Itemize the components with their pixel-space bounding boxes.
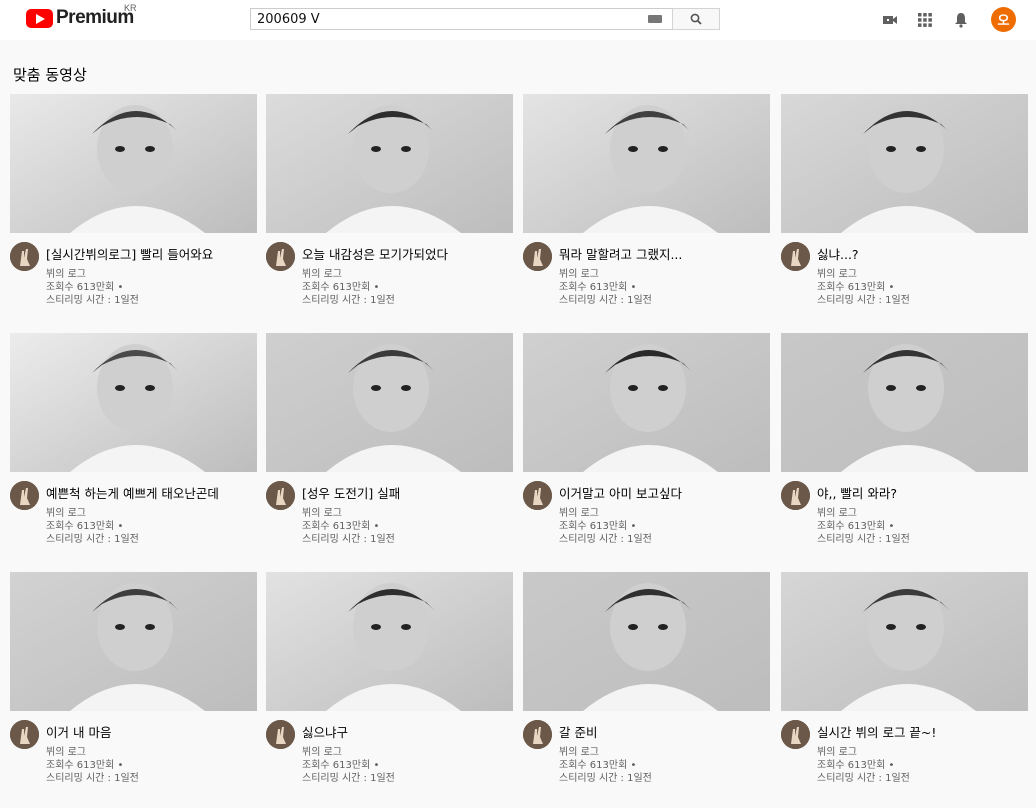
video-thumbnail[interactable] xyxy=(781,572,1028,711)
video-title[interactable]: 야,, 빨리 와라? xyxy=(817,483,1029,502)
channel-avatar[interactable] xyxy=(10,242,39,271)
video-card[interactable]: 갈 준비 뷔의 로그 조회수 613만회 • 스티리밍 시간 : 1일전 xyxy=(523,572,771,791)
notifications-bell-icon[interactable] xyxy=(951,10,971,30)
video-title[interactable]: 싫으냐구 xyxy=(302,722,514,741)
stream-time: 스티리밍 시간 : 1일전 xyxy=(817,773,910,784)
video-card[interactable]: 싫냐...? 뷔의 로그 조회수 613만회 • 스티리밍 시간 : 1일전 xyxy=(781,94,1029,313)
stream-time: 스티리밍 시간 : 1일전 xyxy=(302,773,395,784)
video-card[interactable]: 실시간 뷔의 로그 끝~! 뷔의 로그 조회수 613만회 • 스티리밍 시간 … xyxy=(781,572,1029,791)
stream-time: 스티리밍 시간 : 1일전 xyxy=(302,295,395,306)
video-title[interactable]: 실시간 뷔의 로그 끝~! xyxy=(817,722,1029,741)
channel-avatar[interactable] xyxy=(523,242,552,271)
channel-avatar[interactable] xyxy=(523,481,552,510)
channel-avatar[interactable] xyxy=(781,242,810,271)
stream-time: 스티리밍 시간 : 1일전 xyxy=(302,534,395,545)
video-thumbnail[interactable] xyxy=(523,94,770,233)
video-card[interactable]: 이거 내 마음 뷔의 로그 조회수 613만회 • 스티리밍 시간 : 1일전 xyxy=(10,572,258,791)
video-title[interactable]: [실시간뷔의로그] 빨리 들어와요 xyxy=(46,244,258,263)
video-title[interactable]: 이거 내 마음 xyxy=(46,722,258,741)
youtube-play-icon xyxy=(26,8,53,28)
video-card[interactable]: 뭐라 말할려고 그랬지... 뷔의 로그 조회수 613만회 • 스티리밍 시간… xyxy=(523,94,771,313)
video-thumbnail[interactable] xyxy=(523,572,770,711)
apps-grid-icon[interactable] xyxy=(915,10,935,30)
channel-avatar[interactable] xyxy=(781,481,810,510)
video-thumbnail[interactable] xyxy=(266,333,513,472)
region-label: KR xyxy=(124,3,137,13)
stream-time: 스티리밍 시간 : 1일전 xyxy=(817,534,910,545)
stream-time: 스티리밍 시간 : 1일전 xyxy=(559,295,652,306)
channel-avatar[interactable] xyxy=(10,481,39,510)
stream-time: 스티리밍 시간 : 1일전 xyxy=(46,534,139,545)
video-thumbnail[interactable] xyxy=(266,94,513,233)
video-thumbnail[interactable] xyxy=(523,333,770,472)
stream-time: 스티리밍 시간 : 1일전 xyxy=(46,295,139,306)
stream-time: 스티리밍 시간 : 1일전 xyxy=(559,534,652,545)
search-box xyxy=(250,8,672,30)
video-card[interactable]: 야,, 빨리 와라? 뷔의 로그 조회수 613만회 • 스티리밍 시간 : 1… xyxy=(781,333,1029,552)
channel-avatar[interactable] xyxy=(266,242,295,271)
video-thumbnail[interactable] xyxy=(10,572,257,711)
account-avatar[interactable]: 오 xyxy=(991,7,1016,32)
video-card[interactable]: 싫으냐구 뷔의 로그 조회수 613만회 • 스티리밍 시간 : 1일전 xyxy=(266,572,514,791)
brand-label: Premium xyxy=(56,7,134,28)
video-card[interactable]: 이거말고 아미 보고싶다 뷔의 로그 조회수 613만회 • 스티리밍 시간 :… xyxy=(523,333,771,552)
video-thumbnail[interactable] xyxy=(266,572,513,711)
video-title[interactable]: 갈 준비 xyxy=(559,722,771,741)
video-card[interactable]: [실시간뷔의로그] 빨리 들어와요 뷔의 로그 조회수 613만회 • 스티리밍… xyxy=(10,94,258,313)
youtube-premium-logo[interactable]: Premium xyxy=(26,7,134,29)
video-title[interactable]: 뭐라 말할려고 그랬지... xyxy=(559,244,771,263)
channel-avatar[interactable] xyxy=(523,720,552,749)
video-title[interactable]: [성우 도전기] 실패 xyxy=(302,483,514,502)
video-thumbnail[interactable] xyxy=(10,333,257,472)
create-video-icon[interactable] xyxy=(880,10,900,30)
search-button[interactable] xyxy=(672,8,720,30)
video-title[interactable]: 예쁜척 하는게 예쁘게 태오난곤데 xyxy=(46,483,258,502)
channel-avatar[interactable] xyxy=(10,720,39,749)
video-thumbnail[interactable] xyxy=(781,94,1028,233)
video-card[interactable]: [성우 도전기] 실패 뷔의 로그 조회수 613만회 • 스티리밍 시간 : … xyxy=(266,333,514,552)
section-title: 맞춤 동영상 xyxy=(13,66,87,84)
channel-avatar[interactable] xyxy=(266,720,295,749)
video-card[interactable]: 예쁜척 하는게 예쁘게 태오난곤데 뷔의 로그 조회수 613만회 • 스티리밍… xyxy=(10,333,258,552)
video-card[interactable]: 오늘 내감성은 모기가되었다 뷔의 로그 조회수 613만회 • 스티리밍 시간… xyxy=(266,94,514,313)
video-title[interactable]: 이거말고 아미 보고싶다 xyxy=(559,483,771,502)
channel-avatar[interactable] xyxy=(266,481,295,510)
top-bar: Premium KR 오 xyxy=(0,0,1036,40)
video-thumbnail[interactable] xyxy=(781,333,1028,472)
stream-time: 스티리밍 시간 : 1일전 xyxy=(46,773,139,784)
keyboard-icon[interactable] xyxy=(648,15,662,23)
stream-time: 스티리밍 시간 : 1일전 xyxy=(817,295,910,306)
search-icon xyxy=(690,13,702,25)
video-title[interactable]: 오늘 내감성은 모기가되었다 xyxy=(302,244,514,263)
video-title[interactable]: 싫냐...? xyxy=(817,244,1029,263)
search-input[interactable] xyxy=(257,11,637,27)
video-thumbnail[interactable] xyxy=(10,94,257,233)
stream-time: 스티리밍 시간 : 1일전 xyxy=(559,773,652,784)
channel-avatar[interactable] xyxy=(781,720,810,749)
